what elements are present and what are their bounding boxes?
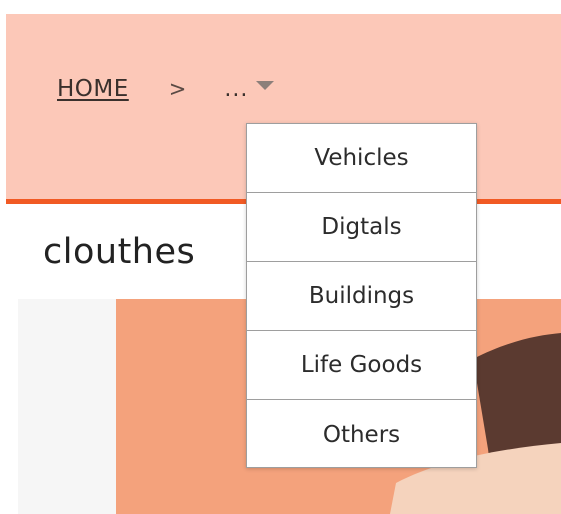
breadcrumb-dropdown-menu: Vehicles Digtals Buildings Life Goods Ot…	[246, 123, 477, 468]
page-title: clouthes	[43, 232, 196, 272]
dropdown-item-life-goods[interactable]: Life Goods	[247, 331, 476, 400]
breadcrumb-more-toggle[interactable]: ...	[224, 76, 275, 102]
dropdown-item-digtals[interactable]: Digtals	[247, 193, 476, 262]
caret-down-icon	[256, 80, 275, 90]
dropdown-item-buildings[interactable]: Buildings	[247, 262, 476, 331]
image-left-margin	[18, 299, 116, 514]
dropdown-item-others[interactable]: Others	[247, 400, 476, 469]
breadcrumb-separator: >	[168, 77, 187, 101]
breadcrumb-home-link[interactable]: HOME	[57, 76, 129, 102]
dropdown-item-vehicles[interactable]: Vehicles	[247, 124, 476, 193]
breadcrumb-more-label: ...	[224, 76, 249, 102]
breadcrumb: HOME > ...	[57, 71, 275, 107]
